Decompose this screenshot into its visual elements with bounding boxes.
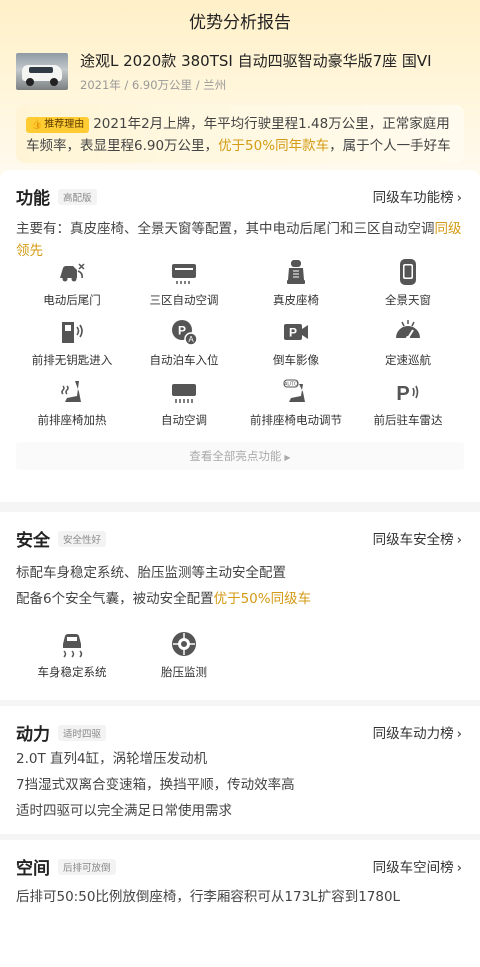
- safety-rank-link[interactable]: 同级车安全榜 ›: [373, 528, 462, 548]
- function-desc: 主要有：真皮座椅、全景天窗等配置，其中电动后尾门和三区自动空调同级领先: [16, 221, 462, 259]
- function-section: 功能 高配版 同级车功能榜 › 主要有：真皮座椅、全景天窗等配置，其中电动后尾门和…: [0, 170, 480, 502]
- feature-label: 全景天窗: [385, 293, 431, 307]
- feature-item[interactable]: P 前后驻车雷达: [352, 378, 464, 438]
- car-thumbnail[interactable]: [16, 53, 68, 90]
- feature-item[interactable]: 真皮座椅: [240, 258, 352, 318]
- feature-item[interactable]: 三区自动空调: [128, 258, 240, 318]
- feature-label: 车身稳定系统: [37, 665, 107, 679]
- view-all-features-button[interactable]: 查看全部亮点功能 ▶: [16, 442, 464, 470]
- stability-control-icon: [63, 634, 83, 658]
- section-title: 安全: [16, 531, 50, 551]
- feature-item[interactable]: PA 自动泊车入位: [128, 318, 240, 378]
- cruise-control-icon: [396, 320, 420, 340]
- safety-header: 安全 安全性好: [16, 526, 107, 551]
- chevron-right-icon: ›: [456, 860, 462, 876]
- feature-label: 前排无钥匙进入: [31, 353, 113, 367]
- section-badge: 高配版: [58, 188, 97, 205]
- car-name: 途观L 2020款 380TSI 自动四驱智动豪华版7座 国VI: [80, 52, 432, 70]
- section-title: 动力: [16, 725, 50, 745]
- page-title: 优势分析报告: [189, 13, 291, 33]
- chevron-right-icon: ›: [456, 190, 462, 206]
- power-desc-line2: 7挡湿式双离合变速箱，换挡平顺，传动效率高: [16, 777, 295, 793]
- feature-item[interactable]: 胎压监测: [128, 630, 240, 690]
- function-rank-link[interactable]: 同级车功能榜 ›: [373, 186, 462, 206]
- chevron-right-icon: ›: [456, 726, 462, 742]
- feature-item[interactable]: 全景天窗: [352, 258, 464, 318]
- power-section: 动力 适时四驱 同级车动力榜 › 2.0T 直列4缸，涡轮增压发动机 7挡湿式双离…: [0, 706, 480, 834]
- svg-text:P: P: [178, 324, 186, 338]
- auto-parking-icon: PA: [172, 320, 198, 346]
- feature-label: 前排座椅加热: [37, 413, 107, 427]
- reverse-camera-icon: P: [284, 324, 308, 340]
- svg-text:A: A: [188, 335, 194, 344]
- recommend-reason-box: 👍 推荐理由 2021年2月上牌，年平均行驶里程1.48万公里，正常家庭用车频率，表…: [16, 105, 464, 163]
- space-header: 空间 后排可放倒: [16, 854, 116, 879]
- svg-text:P: P: [396, 383, 409, 405]
- space-section: 空间 后排可放倒 同级车空间榜 › 后排可50:50比例放倒座椅，行李厢容积可从1…: [0, 840, 480, 967]
- seat-heating-icon: [61, 381, 81, 402]
- chevron-right-icon: ›: [456, 532, 462, 548]
- power-header: 动力 适时四驱: [16, 720, 107, 745]
- feature-label: 自动空调: [161, 413, 207, 427]
- feature-item[interactable]: 前排座椅加热: [16, 378, 128, 438]
- keyless-entry-icon: [62, 322, 83, 343]
- svg-text:AUTO: AUTO: [284, 382, 298, 388]
- parking-radar-icon: P: [396, 383, 419, 405]
- car-meta: 2021年 / 6.90万公里 / 兰州: [80, 78, 227, 92]
- section-title: 功能: [16, 189, 50, 209]
- section-badge: 后排可放倒: [58, 858, 116, 875]
- safety-desc-line2: 配备6个安全气囊，被动安全配置优于50%同级车: [16, 591, 312, 607]
- feature-label: 三区自动空调: [149, 293, 219, 307]
- function-feature-grid: 电动后尾门 三区自动空调 真皮座椅 全景天窗 前排无钥匙进入 PA 自动泊车入位…: [16, 258, 464, 438]
- power-tailgate-icon: [60, 263, 85, 282]
- svg-text:P: P: [289, 326, 297, 340]
- feature-item[interactable]: AUTO 前排座椅电动调节: [240, 378, 352, 438]
- function-header: 功能 高配版: [16, 184, 97, 209]
- feature-label: 真皮座椅: [273, 293, 319, 307]
- feature-label: 倒车影像: [273, 353, 319, 367]
- thumbs-up-icon: 👍: [31, 120, 43, 130]
- safety-section: 安全 安全性好 同级车安全榜 › 标配车身稳定系统、胎压监测等主动安全配置 配备6…: [0, 512, 480, 700]
- feature-label: 自动泊车入位: [149, 353, 219, 367]
- feature-label: 前后驻车雷达: [373, 413, 443, 427]
- space-rank-link[interactable]: 同级车空间榜 ›: [373, 856, 462, 876]
- feature-label: 前排座椅电动调节: [250, 413, 342, 427]
- reason-text-end: ，属于个人一手好车: [329, 138, 451, 154]
- feature-item[interactable]: P 倒车影像: [240, 318, 352, 378]
- safety-desc-line1: 标配车身稳定系统、胎压监测等主动安全配置: [16, 565, 286, 581]
- section-badge: 适时四驱: [58, 724, 107, 741]
- panoramic-sunroof-icon: [400, 259, 416, 285]
- tri-zone-ac-icon: [172, 264, 196, 284]
- reason-highlight: 优于50%同年款车: [218, 138, 330, 154]
- leather-seat-icon: [287, 260, 305, 284]
- feature-item[interactable]: 电动后尾门: [16, 258, 128, 318]
- feature-label: 胎压监测: [161, 665, 207, 679]
- header-banner: 优势分析报告 途观L 2020款 380TSI 自动四驱智动豪华版7座 国VI …: [0, 0, 480, 178]
- safety-feature-grid: 车身稳定系统 胎压监测: [16, 630, 464, 690]
- power-desc-line3: 适时四驱可以完全满足日常使用需求: [16, 803, 232, 819]
- tire-pressure-icon: [172, 632, 196, 656]
- power-desc-line1: 2.0T 直列4缸，涡轮增压发动机: [16, 751, 208, 767]
- feature-label: 定速巡航: [385, 353, 431, 367]
- recommend-reason-tag: 👍 推荐理由: [26, 117, 90, 133]
- feature-label: 电动后尾门: [43, 293, 101, 307]
- feature-item[interactable]: 前排无钥匙进入: [16, 318, 128, 378]
- section-badge: 安全性好: [58, 530, 107, 547]
- feature-item[interactable]: 车身稳定系统: [16, 630, 128, 690]
- auto-ac-icon: [172, 384, 196, 403]
- triangle-right-icon: ▶: [284, 453, 291, 462]
- section-title: 空间: [16, 859, 50, 879]
- power-seat-adjust-icon: AUTO: [283, 379, 305, 402]
- power-rank-link[interactable]: 同级车动力榜 ›: [373, 722, 462, 742]
- space-desc: 后排可50:50比例放倒座椅，行李厢容积可从173L扩容到1780L: [16, 889, 401, 905]
- feature-item[interactable]: 定速巡航: [352, 318, 464, 378]
- feature-item[interactable]: 自动空调: [128, 378, 240, 438]
